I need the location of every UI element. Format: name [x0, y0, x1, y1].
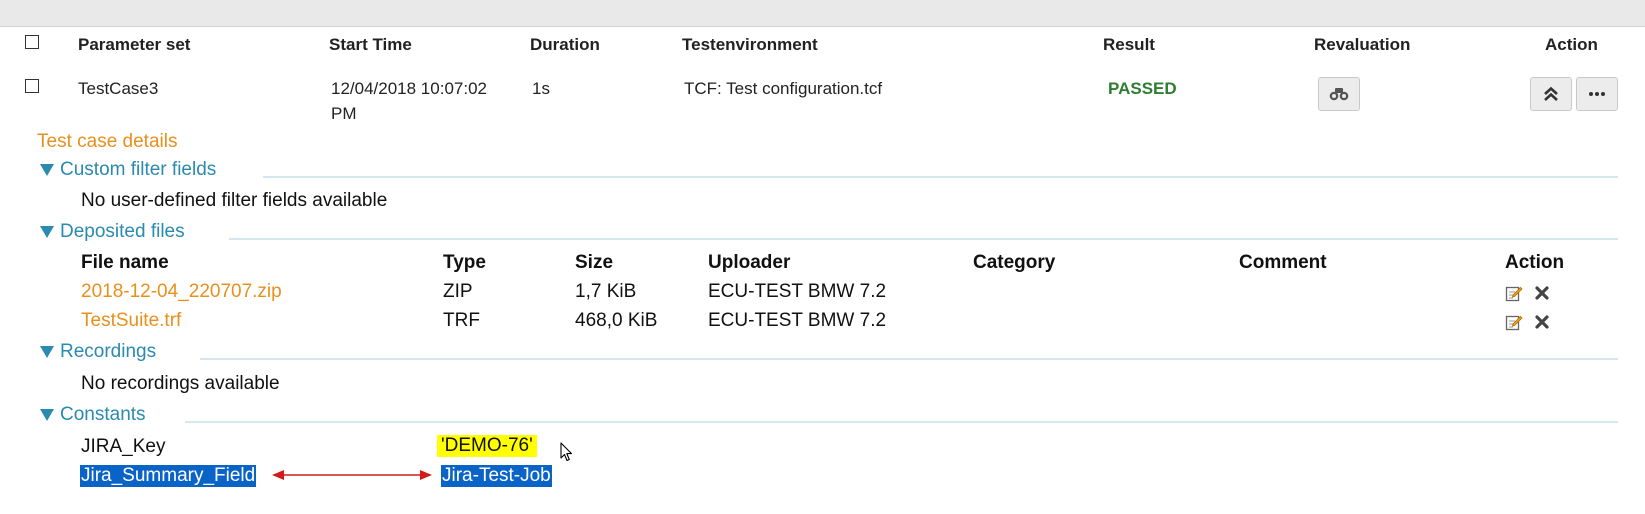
file-size: 468,0 KiB [575, 310, 658, 331]
triangle-down-icon [40, 164, 54, 176]
section-custom-filter-fields[interactable]: Custom filter fields [40, 159, 216, 181]
files-header-comment: Comment [1239, 252, 1327, 273]
section-title: Deposited files [60, 221, 185, 242]
files-header-size: Size [575, 252, 614, 273]
files-header-name: File name [81, 252, 169, 273]
file-link[interactable]: TestSuite.trf [81, 310, 181, 332]
row-start-time-line2: PM [331, 104, 357, 123]
constant-value-selected: Jira-Test-Job [441, 465, 552, 487]
more-actions-button[interactable] [1576, 77, 1618, 111]
section-recordings[interactable]: Recordings [40, 341, 156, 363]
binoculars-icon [1329, 88, 1349, 101]
file-type: ZIP [443, 281, 473, 302]
file-size: 1,7 KiB [575, 281, 637, 302]
edit-icon[interactable] [1505, 284, 1523, 302]
section-divider [229, 238, 1618, 240]
section-divider [185, 421, 1618, 423]
edit-icon[interactable] [1505, 313, 1523, 331]
file-uploader: ECU-TEST BMW 7.2 [708, 281, 887, 302]
file-link[interactable]: 2018-12-04_220707.zip [81, 281, 282, 303]
row-start-time-line1: 12/04/2018 10:07:02 [331, 79, 487, 98]
double-arrow-annotation-icon [272, 470, 432, 480]
triangle-down-icon [40, 409, 54, 421]
column-header-start-time[interactable]: Start Time [329, 35, 412, 55]
column-header-duration[interactable]: Duration [530, 35, 600, 55]
files-header-category: Category [973, 252, 1056, 273]
column-header-result[interactable]: Result [1103, 35, 1155, 55]
row-checkbox[interactable] [25, 79, 39, 93]
column-header-revaluation[interactable]: Revaluation [1314, 35, 1410, 55]
close-icon[interactable] [1535, 286, 1549, 300]
test-case-details-title: Test case details [37, 131, 178, 152]
column-header-action: Action [1545, 35, 1598, 54]
test-result-panel: Parameter set Start Time Duration Testen… [0, 26, 1645, 514]
column-header-parameter-set[interactable]: Parameter set [78, 35, 190, 55]
column-header-testenvironment[interactable]: Testenvironment [682, 35, 818, 55]
files-header-type: Type [443, 252, 486, 273]
section-title: Custom filter fields [60, 159, 217, 180]
row-parameter-set: TestCase3 [78, 79, 159, 98]
double-chevron-up-icon [1544, 86, 1558, 101]
file-type: TRF [443, 310, 480, 331]
files-header-action: Action [1505, 252, 1565, 273]
mouse-pointer-icon [560, 442, 573, 462]
section-deposited-files[interactable]: Deposited files [40, 221, 185, 243]
constant-key-selected: Jira_Summary_Field [80, 465, 257, 487]
ellipsis-icon [1589, 92, 1605, 96]
custom-filter-empty-text: No user-defined filter fields available [81, 190, 388, 211]
section-divider [200, 358, 1618, 360]
section-title: Constants [60, 404, 146, 425]
row-testenvironment: TCF: Test configuration.tcf [684, 79, 883, 98]
row-duration: 1s [532, 79, 550, 98]
select-all-checkbox[interactable] [25, 35, 39, 49]
triangle-down-icon [40, 346, 54, 358]
collapse-details-button[interactable] [1530, 77, 1572, 111]
recordings-empty-text: No recordings available [81, 373, 280, 394]
revaluation-button[interactable] [1318, 77, 1360, 111]
result-status-badge: PASSED [1108, 79, 1177, 98]
close-icon[interactable] [1535, 315, 1549, 329]
file-uploader: ECU-TEST BMW 7.2 [708, 310, 887, 331]
files-header-uploader: Uploader [708, 252, 791, 273]
section-constants[interactable]: Constants [40, 404, 146, 426]
constant-key: JIRA_Key [81, 436, 166, 457]
constant-value-highlighted: 'DEMO-76' [437, 435, 537, 457]
triangle-down-icon [40, 226, 54, 238]
section-title: Recordings [60, 341, 157, 362]
section-divider [263, 176, 1618, 178]
